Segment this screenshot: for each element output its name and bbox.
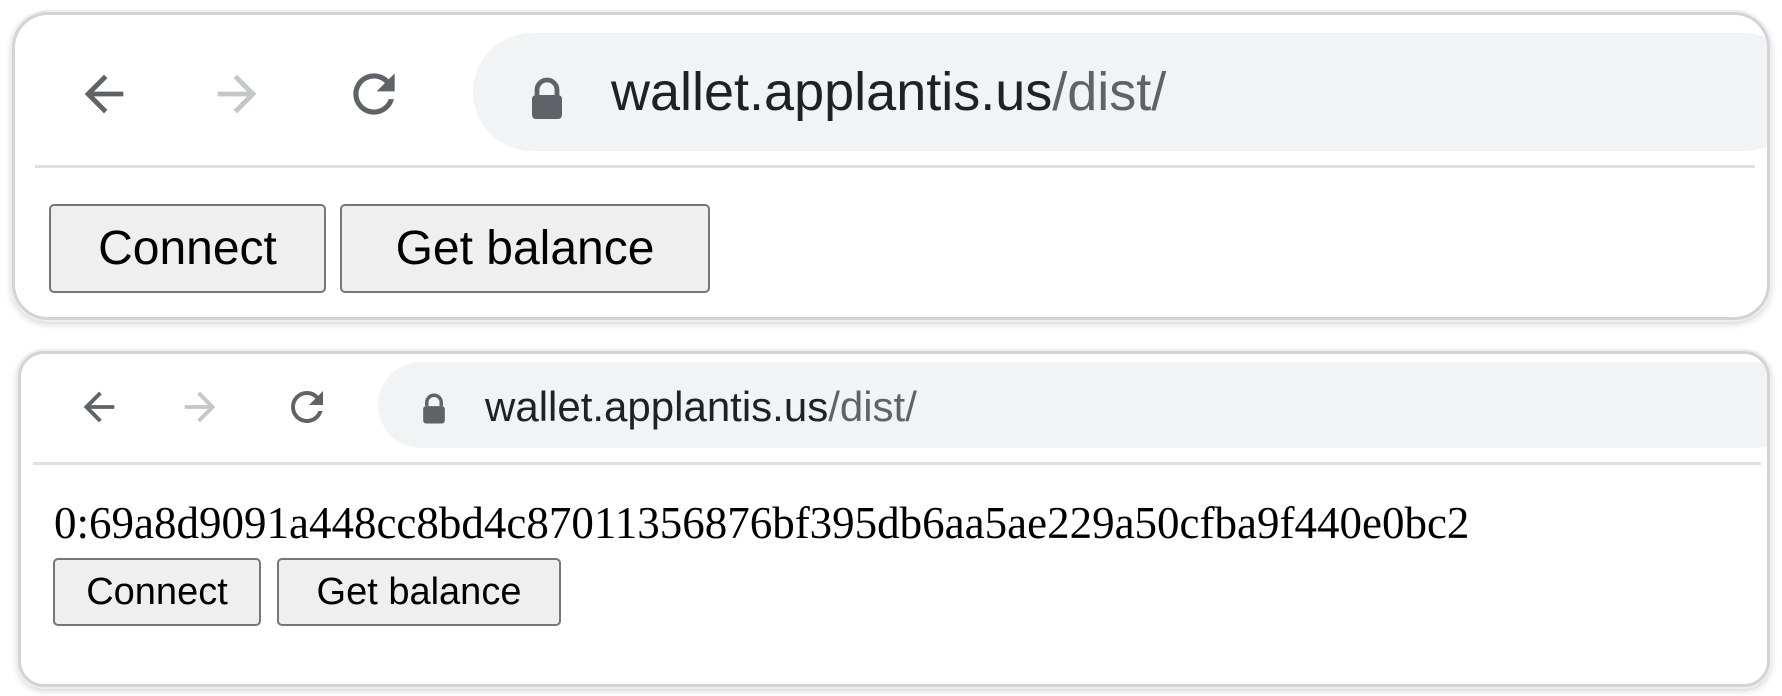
url-text: wallet.applantis.us/dist/ xyxy=(485,384,917,430)
url-text: wallet.applantis.us/dist/ xyxy=(611,62,1166,122)
reload-icon[interactable] xyxy=(343,63,405,125)
connect-button[interactable]: Connect xyxy=(53,558,261,626)
browser-window-before-connect: wallet.applantis.us/dist/ Connect Get ba… xyxy=(12,12,1770,320)
lock-icon[interactable] xyxy=(421,393,447,425)
url-domain: wallet.applantis.us xyxy=(485,383,829,430)
get-balance-button[interactable]: Get balance xyxy=(340,204,710,293)
wallet-address-text: 0:69a8d9091a448cc8bd4c87011356876bf395db… xyxy=(54,498,1470,548)
forward-arrow-icon[interactable] xyxy=(177,384,223,430)
address-bar[interactable]: wallet.applantis.us/dist/ xyxy=(473,33,1767,151)
url-path: /dist/ xyxy=(1052,62,1167,122)
reload-icon[interactable] xyxy=(283,383,331,431)
connect-button[interactable]: Connect xyxy=(49,204,326,293)
toolbar-divider xyxy=(35,165,1755,168)
toolbar-divider xyxy=(33,462,1761,465)
forward-arrow-icon[interactable] xyxy=(208,65,266,123)
get-balance-button[interactable]: Get balance xyxy=(277,558,561,626)
address-bar[interactable]: wallet.applantis.us/dist/ xyxy=(378,362,1767,448)
back-arrow-icon[interactable] xyxy=(76,384,122,430)
browser-window-after-connect: wallet.applantis.us/dist/ 0:69a8d9091a44… xyxy=(18,351,1770,687)
lock-icon[interactable] xyxy=(529,77,565,121)
url-path: /dist/ xyxy=(828,383,917,430)
url-domain: wallet.applantis.us xyxy=(611,62,1053,122)
back-arrow-icon[interactable] xyxy=(75,65,133,123)
